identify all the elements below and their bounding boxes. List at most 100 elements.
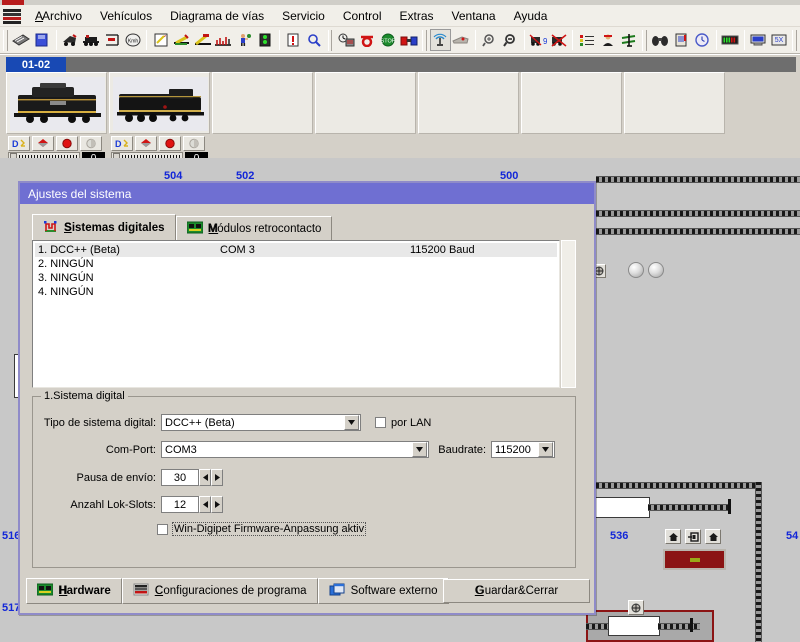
chevron-right-icon[interactable] bbox=[211, 496, 223, 513]
loco-image-cell-5[interactable] bbox=[418, 72, 519, 134]
tab-modulos-retrocontacto[interactable]: MMódulos retrocontacto bbox=[175, 216, 333, 240]
menu-item-extras[interactable]: Extras bbox=[391, 6, 443, 26]
blue-book-icon[interactable] bbox=[32, 29, 53, 51]
pausa-envio-stepper[interactable]: 30 bbox=[161, 469, 223, 486]
bottom-button-software-externo[interactable]: Software externo bbox=[317, 578, 449, 604]
block-section-543-upper[interactable] bbox=[608, 616, 660, 636]
rail-segment-536-spur[interactable] bbox=[648, 504, 728, 511]
menu-item-servicio[interactable]: Servicio bbox=[273, 6, 334, 26]
direction-icon[interactable] bbox=[135, 136, 157, 151]
binoculars-icon[interactable] bbox=[650, 29, 671, 51]
digital-systems-list[interactable]: 1. DCC++ (Beta) COM 3 115200 Baud 2. NIN… bbox=[32, 240, 560, 388]
binoculars-red-icon[interactable] bbox=[398, 29, 419, 51]
red-control-panel-536[interactable] bbox=[663, 549, 726, 570]
function-icon[interactable] bbox=[80, 136, 102, 151]
turntable-red-icon[interactable] bbox=[356, 29, 377, 51]
comport-combo[interactable]: COM3 bbox=[161, 441, 429, 458]
traffic-signal-icon[interactable] bbox=[255, 29, 276, 51]
list-scrollbar[interactable] bbox=[561, 240, 576, 388]
power-meter-icon[interactable] bbox=[720, 29, 741, 51]
loco-image-cell-3[interactable] bbox=[212, 72, 313, 134]
function-icon[interactable] bbox=[183, 136, 205, 151]
decoder-light-icon[interactable]: D bbox=[8, 136, 30, 151]
lok-slots-value[interactable]: 12 bbox=[161, 496, 199, 513]
turnout-yellow-icon[interactable] bbox=[171, 29, 192, 51]
signalman-icon[interactable] bbox=[234, 29, 255, 51]
por-lan-checkbox-group[interactable]: por LAN bbox=[375, 417, 431, 429]
loco-image-cell-7[interactable] bbox=[624, 72, 725, 134]
bottom-button-configuraciones[interactable]: CConfiguraciones de programa bbox=[121, 578, 318, 604]
decoder-light-icon[interactable]: D bbox=[111, 136, 133, 151]
por-lan-checkbox[interactable] bbox=[375, 417, 386, 428]
list-properties-icon[interactable] bbox=[576, 29, 597, 51]
bottom-button-hardware[interactable]: HHardware bbox=[26, 578, 122, 604]
loco-number-icon[interactable]: 9 bbox=[528, 29, 549, 51]
rail-segment-top-1[interactable] bbox=[596, 176, 800, 183]
stop-red-icon[interactable] bbox=[56, 136, 78, 151]
rail-segment-543-out[interactable] bbox=[658, 623, 700, 630]
toolbar-grip[interactable] bbox=[642, 29, 647, 51]
zoom-out-icon[interactable] bbox=[500, 29, 521, 51]
menu-item-ventana[interactable]: Ventana bbox=[443, 6, 505, 26]
monitor-icon[interactable] bbox=[748, 29, 769, 51]
train-decoder-icon[interactable] bbox=[60, 29, 81, 51]
train-list-icon[interactable] bbox=[101, 29, 122, 51]
chevron-down-icon[interactable] bbox=[412, 442, 427, 457]
loco-image-cell-4[interactable] bbox=[315, 72, 416, 134]
lok-slots-stepper[interactable]: 12 bbox=[161, 496, 223, 513]
list-item[interactable]: 3. NINGÚN bbox=[35, 271, 557, 285]
s88-monitor-icon[interactable]: 5X bbox=[768, 29, 789, 51]
rail-segment-top-2[interactable] bbox=[596, 210, 800, 217]
menu-item-vehiculos[interactable]: Vehículos bbox=[91, 6, 161, 26]
keyboard-icon[interactable] bbox=[11, 29, 32, 51]
menu-item-ayuda[interactable]: Ayuda bbox=[505, 6, 557, 26]
zoom-in-icon[interactable] bbox=[479, 29, 500, 51]
menu-item-archivo[interactable]: AArchivo bbox=[26, 6, 91, 26]
menu-item-diagrama-de-vias[interactable]: Diagrama de vías bbox=[161, 6, 273, 26]
rail-segment-top-3[interactable] bbox=[596, 228, 800, 235]
stop-red-icon[interactable] bbox=[159, 136, 181, 151]
chevron-right-icon[interactable] bbox=[211, 469, 223, 486]
control-knob-1[interactable] bbox=[628, 262, 644, 278]
save-and-close-button[interactable]: GGuardar&Cerrar bbox=[443, 579, 590, 603]
tipo-sistema-combo[interactable]: DCC++ (Beta) bbox=[161, 414, 361, 431]
turntable-target-icon[interactable] bbox=[628, 600, 644, 615]
list-item[interactable]: 1. DCC++ (Beta) COM 3 115200 Baud bbox=[35, 243, 557, 257]
loco-image-cell-1[interactable] bbox=[6, 72, 107, 134]
list-item[interactable]: 4. NINGÚN bbox=[35, 285, 557, 299]
tab-sistemas-digitales[interactable]: SSistemas digitales bbox=[32, 214, 176, 240]
toolbar-grip[interactable] bbox=[792, 29, 798, 51]
logbook-icon[interactable] bbox=[671, 29, 692, 51]
magnifier-icon[interactable] bbox=[304, 29, 325, 51]
platform-icon[interactable] bbox=[685, 529, 701, 544]
operator-icon[interactable] bbox=[597, 29, 618, 51]
list-item[interactable]: 2. NINGÚN bbox=[35, 257, 557, 271]
antenna-broadcast-icon[interactable] bbox=[429, 29, 451, 51]
block-section-536[interactable] bbox=[594, 497, 650, 518]
clock-icon[interactable] bbox=[692, 29, 713, 51]
toolbar-grip[interactable] bbox=[422, 29, 427, 51]
firmware-checkbox[interactable] bbox=[157, 523, 168, 535]
loco-cancel-icon[interactable] bbox=[548, 29, 569, 51]
dialog-title-bar[interactable]: Ajustes del sistema bbox=[20, 183, 594, 204]
home-icon[interactable] bbox=[705, 529, 721, 544]
chevron-down-icon[interactable] bbox=[538, 442, 553, 457]
mouse-pointer-train-icon[interactable] bbox=[451, 29, 472, 51]
system-settings-dialog[interactable]: Ajustes del sistema SSistemas digitales … bbox=[18, 181, 596, 615]
schedule-clock-icon[interactable] bbox=[335, 29, 356, 51]
locomotive-icon[interactable] bbox=[81, 29, 102, 51]
chevron-left-icon[interactable] bbox=[199, 496, 211, 513]
chevron-down-icon[interactable] bbox=[344, 415, 359, 430]
pausa-envio-value[interactable]: 30 bbox=[161, 469, 199, 486]
chevron-left-icon[interactable] bbox=[199, 469, 211, 486]
loco-tab-01-02[interactable]: 01-02 bbox=[6, 57, 66, 72]
stop-sign-icon[interactable]: STOP bbox=[377, 29, 398, 51]
speedometer-kmh-icon[interactable]: Kmh bbox=[122, 29, 143, 51]
menu-item-control[interactable]: Control bbox=[334, 6, 391, 26]
direction-icon[interactable] bbox=[32, 136, 54, 151]
edit-pencil-icon[interactable] bbox=[150, 29, 171, 51]
firmware-checkbox-group[interactable]: Win-Digipet Firmware-Anpassung aktiv bbox=[157, 522, 367, 536]
shunting-icon[interactable] bbox=[618, 29, 639, 51]
loco-image-cell-2[interactable] bbox=[109, 72, 210, 134]
toolbar-grip[interactable] bbox=[3, 29, 8, 51]
